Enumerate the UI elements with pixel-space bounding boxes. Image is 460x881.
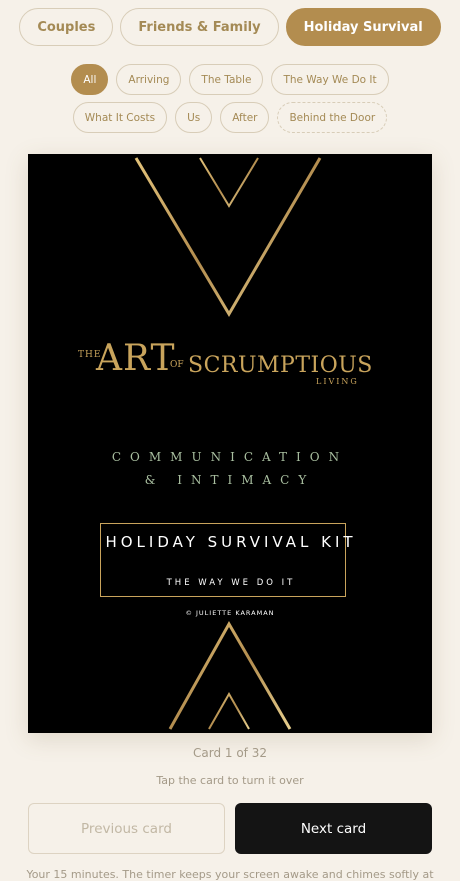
brand-art: ART bbox=[96, 338, 176, 379]
previous-card-button[interactable]: Previous card bbox=[28, 803, 225, 854]
tab-holiday-survival[interactable]: Holiday Survival bbox=[285, 8, 441, 46]
filter-chips-row-1: All Arriving The Table The Way We Do It bbox=[0, 64, 460, 95]
filter-what-it-costs[interactable]: What It Costs bbox=[72, 102, 168, 133]
brand-scrumptious: SCRUMPTIOUS bbox=[188, 353, 373, 378]
next-card-button[interactable]: Next card bbox=[235, 803, 432, 854]
filter-all[interactable]: All bbox=[71, 64, 109, 95]
kit-subtitle: THE WAY WE DO IT bbox=[166, 578, 296, 588]
tab-couples[interactable]: Couples bbox=[19, 8, 114, 46]
brand-living: LIVING bbox=[316, 377, 359, 386]
filter-behind-the-door[interactable]: Behind the Door bbox=[277, 102, 388, 133]
brand-of: OF bbox=[170, 360, 184, 370]
flip-card[interactable]: THE ART OF SCRUMPTIOUS LIVING COMMUNICAT… bbox=[28, 154, 432, 733]
filter-the-table[interactable]: The Table bbox=[189, 64, 264, 95]
filter-the-way-we-do-it[interactable]: The Way We Do It bbox=[271, 64, 389, 95]
category-tabs: Couples Friends & Family Holiday Surviva… bbox=[0, 8, 460, 46]
timer-note: Your 15 minutes. The timer keeps your sc… bbox=[26, 868, 434, 881]
filter-chips-row-2: What It Costs Us After Behind the Door bbox=[0, 102, 460, 133]
filter-us[interactable]: Us bbox=[175, 102, 213, 133]
flip-hint: Tap the card to turn it over bbox=[156, 774, 304, 787]
filter-arriving[interactable]: Arriving bbox=[116, 64, 182, 95]
card-line-communication: COMMUNICATION bbox=[111, 450, 349, 464]
tab-friends-family[interactable]: Friends & Family bbox=[120, 8, 279, 46]
filter-after[interactable]: After bbox=[220, 102, 270, 133]
card-copyright: © JULIETTE KARAMAN bbox=[185, 609, 275, 617]
card-counter: Card 1 of 32 bbox=[193, 746, 267, 760]
kit-title: HOLIDAY SURVIVAL KIT bbox=[105, 533, 357, 551]
card-line-intimacy: & INTIMACY bbox=[144, 473, 316, 487]
card-gold-chevrons bbox=[134, 157, 322, 730]
